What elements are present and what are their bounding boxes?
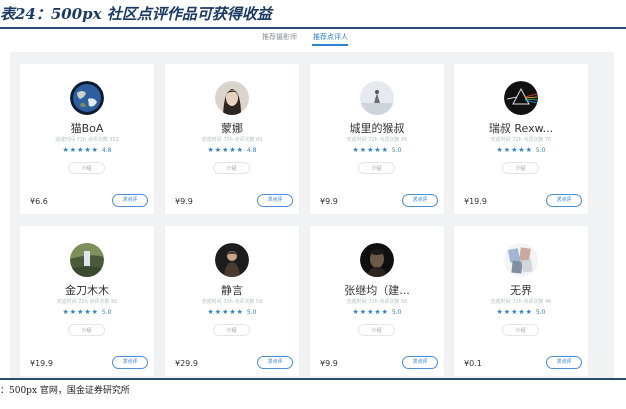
prism-avatar [504,81,538,115]
request-review-button[interactable]: 求点评 [112,356,148,369]
reviewer-card[interactable]: 张继均（建... 完成时间 72h 点评次数 56 ★★★★★ 5.0 介绍 ¥9… [310,226,444,376]
figure-source: ：500px 官网，国金证券研究所 [0,386,130,396]
reviewer-card[interactable]: 蒙娜 完成时间 72h 点评次数 89 ★★★★★ 4.8 介绍 ¥9.9 求点评 [165,64,299,214]
stars-icon: ★★★★★ [352,308,389,316]
reviewer-name: 张继均（建... [344,284,410,297]
price: ¥6.6 [30,197,48,206]
price: ¥19.9 [464,197,487,206]
rating-value: 5.0 [391,147,402,154]
price: ¥9.9 [320,197,338,206]
reviewer-stats: 完成时间 72h 点评次数 85 [346,137,408,143]
star-rating: ★★★★★ 4.8 [165,146,299,154]
reviewer-card[interactable]: 无界 完成时间 72h 点评次数 46 ★★★★★ 5.0 介绍 ¥0.1 求点评 [454,226,588,376]
reviewer-name: 猫BoA [70,122,104,135]
stars-icon: ★★★★★ [352,146,389,154]
figure-title: 表24：500px 社区点评作品可获得收益 [0,5,272,23]
reviewer-grid: 猫BoA 完成时间 72h 点评次数 351 ★★★★★ 4.8 介绍 ¥6.6 … [10,52,614,378]
request-review-button[interactable]: 求点评 [402,194,438,207]
star-rating: ★★★★★ 5.0 [310,146,444,154]
request-review-button[interactable]: 求点评 [112,194,148,207]
waterfall-avatar [70,243,104,277]
intro-button[interactable]: 介绍 [68,162,105,174]
price: ¥9.9 [175,197,193,206]
price: ¥29.9 [175,359,198,368]
dark-portrait-avatar [360,243,394,277]
star-rating: ★★★★★ 5.0 [310,308,444,316]
price: ¥9.9 [320,359,338,368]
intro-button[interactable]: 介绍 [358,162,395,174]
reviewer-stats: 完成时间 72h 点评次数 89 [201,137,263,143]
reviewer-stats: 完成时间 72h 点评次数 351 [55,137,119,143]
star-rating: ★★★★★ 5.0 [454,308,588,316]
intro-button[interactable]: 介绍 [213,324,250,336]
collage-avatar [504,243,538,277]
reviewer-card[interactable]: 金刀木木 完成时间 72h 点评次数 80 ★★★★★ 5.0 介绍 ¥19.9 … [20,226,154,376]
stars-icon: ★★★★★ [62,146,99,154]
stars-icon: ★★★★★ [496,308,533,316]
tab-bar: 推荐摄影师 推荐点评人 [0,30,626,50]
earth-avatar [70,81,104,115]
active-tab-indicator [312,44,348,46]
reviewer-name: 瑞叔 Rexw... [488,122,554,135]
star-rating: ★★★★★ 5.0 [20,308,154,316]
reviewer-name: 无界 [510,284,532,297]
stars-icon: ★★★★★ [62,308,99,316]
rating-value: 5.0 [535,309,546,316]
request-review-button[interactable]: 求点评 [257,194,293,207]
person-avatar [215,243,249,277]
rating-value: 5.0 [391,309,402,316]
reviewer-stats: 完成时间 72h 点评次数 80 [56,299,118,305]
rating-value: 5.0 [101,309,112,316]
reviewer-stats: 完成时间 72h 点评次数 46 [490,299,552,305]
star-rating: ★★★★★ 4.8 [20,146,154,154]
rating-value: 4.8 [246,147,257,154]
reviewer-card[interactable]: 城里的猴叔 完成时间 72h 点评次数 85 ★★★★★ 5.0 介绍 ¥9.9 … [310,64,444,214]
stars-icon: ★★★★★ [207,146,244,154]
reviewer-name: 城里的猴叔 [349,122,405,135]
rating-value: 5.0 [535,147,546,154]
stars-icon: ★★★★★ [496,146,533,154]
rating-value: 4.8 [101,147,112,154]
rating-value: 5.0 [246,309,257,316]
star-rating: ★★★★★ 5.0 [454,146,588,154]
reviewer-card[interactable]: 瑞叔 Rexw... 完成时间 72h 点评次数 70 ★★★★★ 5.0 介绍 … [454,64,588,214]
title-divider [0,27,626,29]
request-review-button[interactable]: 求点评 [402,356,438,369]
reviewer-stats: 完成时间 72h 点评次数 56 [346,299,408,305]
reviewer-name: 金刀木木 [65,284,109,297]
intro-button[interactable]: 介绍 [213,162,250,174]
star-rating: ★★★★★ 5.0 [165,308,299,316]
reviewer-stats: 完成时间 72h 点评次数 70 [490,137,552,143]
price: ¥0.1 [464,359,482,368]
price: ¥19.9 [30,359,53,368]
portrait-avatar [215,81,249,115]
sky-avatar [360,81,394,115]
tab-recommended-photographers[interactable]: 推荐摄影师 [262,32,297,42]
reviewer-card[interactable]: 猫BoA 完成时间 72h 点评次数 351 ★★★★★ 4.8 介绍 ¥6.6 … [20,64,154,214]
reviewer-stats: 完成时间 72h 点评次数 59 [201,299,263,305]
reviewer-name: 静言 [221,284,243,297]
intro-button[interactable]: 介绍 [358,324,395,336]
reviewer-card[interactable]: 静言 完成时间 72h 点评次数 59 ★★★★★ 5.0 介绍 ¥29.9 求点… [165,226,299,376]
tab-recommended-reviewers[interactable]: 推荐点评人 [313,32,348,42]
request-review-button[interactable]: 求点评 [546,356,582,369]
reviewer-name: 蒙娜 [221,122,243,135]
source-divider [0,378,626,380]
intro-button[interactable]: 介绍 [68,324,105,336]
intro-button[interactable]: 介绍 [502,324,539,336]
request-review-button[interactable]: 求点评 [546,194,582,207]
stars-icon: ★★★★★ [207,308,244,316]
intro-button[interactable]: 介绍 [502,162,539,174]
request-review-button[interactable]: 求点评 [257,356,293,369]
